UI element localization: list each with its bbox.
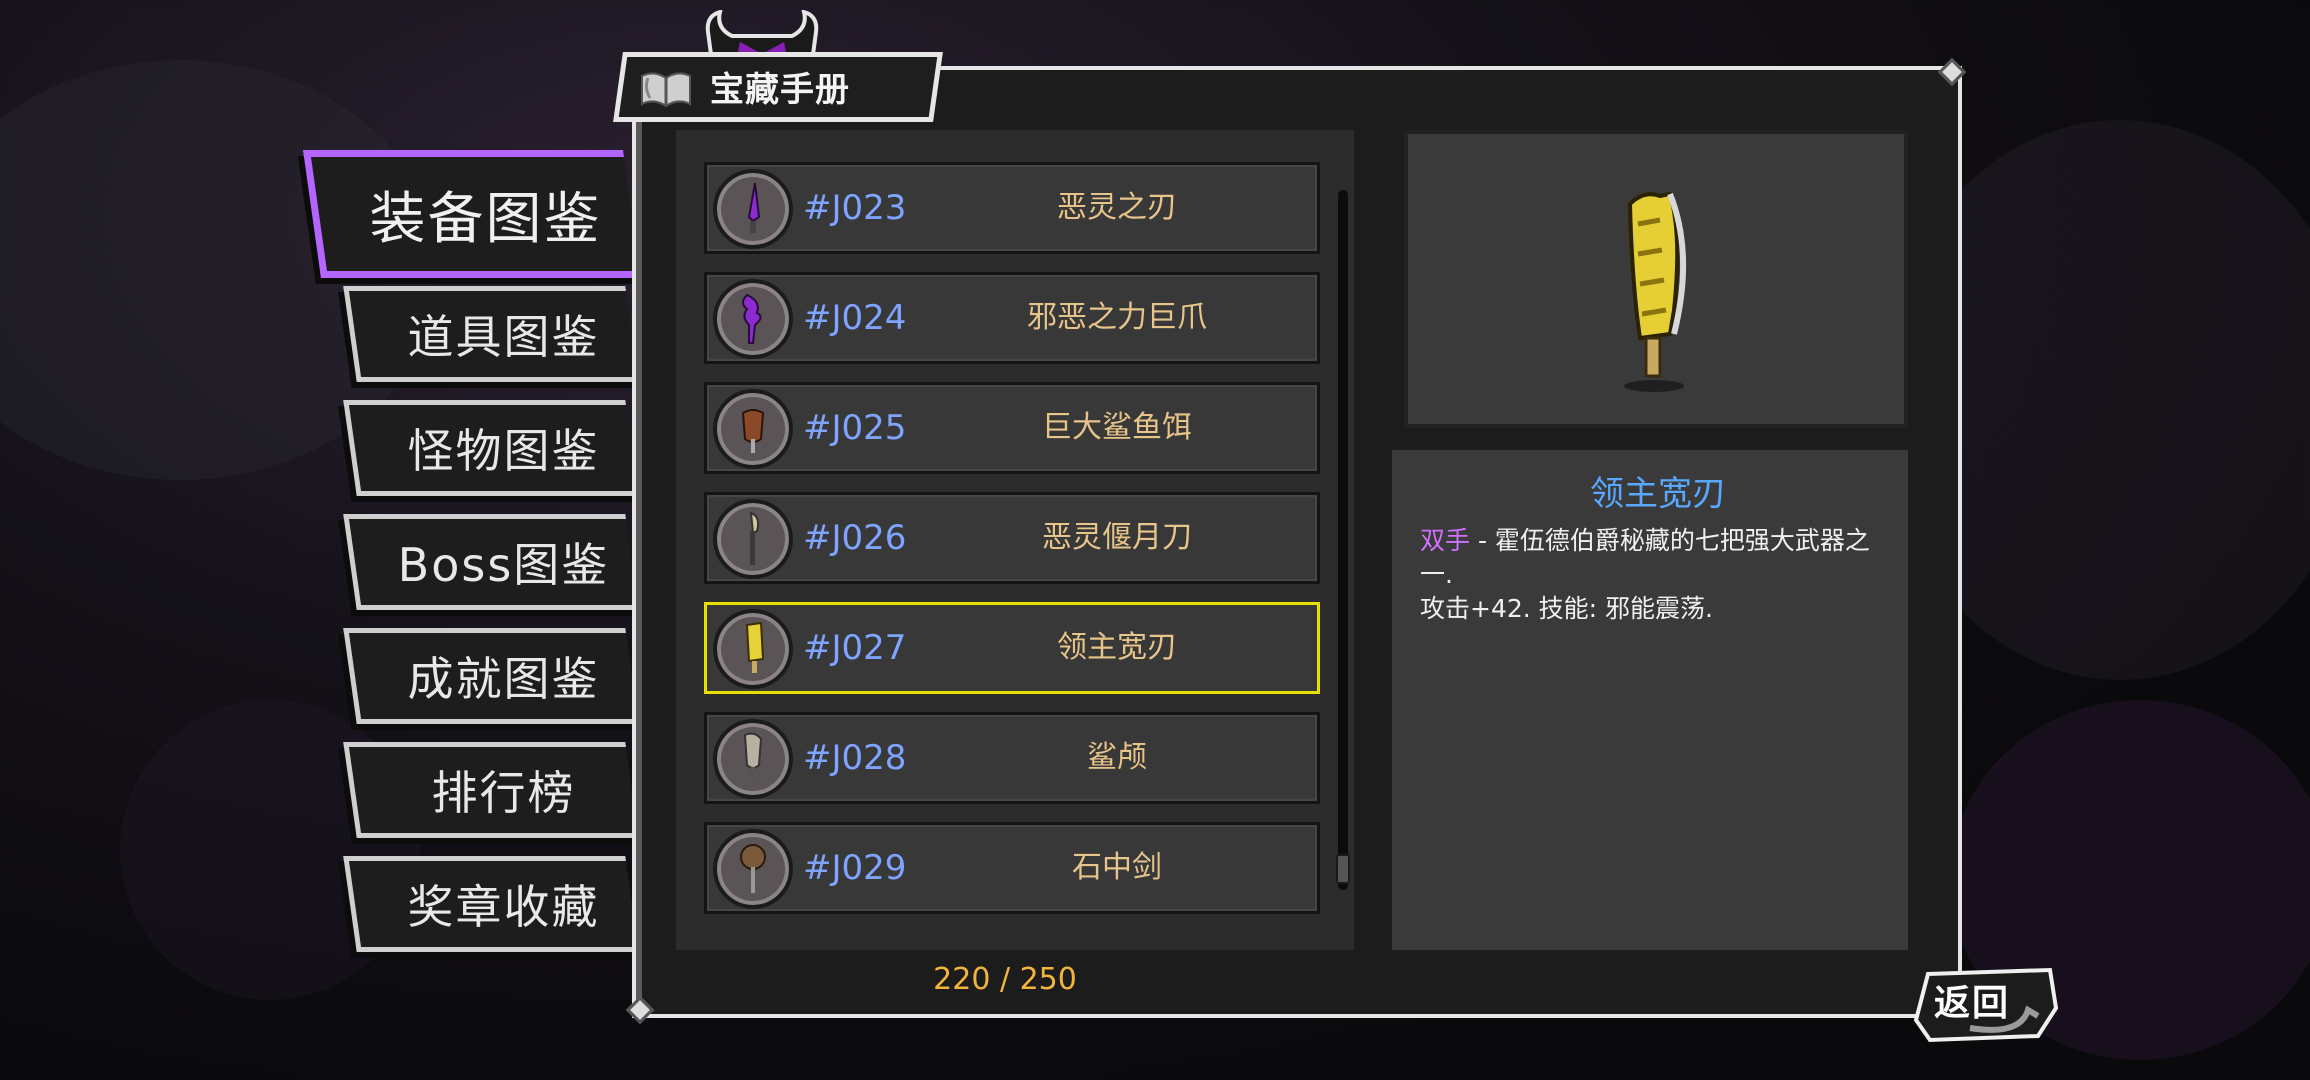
item-hand-type: 双手 [1420,526,1471,555]
item-name: 鲨颅 [1087,740,1147,775]
tab-items[interactable]: 道具图鉴 [343,286,639,382]
glaive-icon [749,511,760,565]
golden-cleaver-icon [745,621,765,673]
item-code: #J028 [803,738,907,778]
tab-label: 排行榜 [431,766,576,820]
item-stats: 攻击+42. 技能: 邪能震荡. [1420,594,1713,623]
item-name: 邪恶之力巨爪 [1027,300,1207,335]
tab-monsters[interactable]: 怪物图鉴 [343,400,639,496]
item-thumbnail [713,829,793,909]
list-item[interactable]: #J024 邪恶之力巨爪 [704,272,1320,364]
item-lore: - 霍伍德伯爵秘藏的七把强大武器之一. [1420,526,1870,589]
tab-medals[interactable]: 奖章收藏 [343,856,639,952]
item-thumbnail [713,169,793,249]
back-button-label: 返回 [1934,983,2011,1024]
tab-label: 怪物图鉴 [407,424,600,478]
sword-in-stone-icon [740,844,766,893]
item-code: #J023 [803,188,907,228]
item-code: #J025 [803,408,907,448]
tab-leaderboard[interactable]: 排行榜 [343,742,639,838]
tab-label: 道具图鉴 [407,310,600,364]
list-scrollbar[interactable] [1338,190,1348,890]
book-icon [641,72,691,108]
tab-label: 装备图鉴 [369,186,602,252]
list-item[interactable]: #J029 石中剑 [704,822,1320,914]
item-code: #J027 [803,628,907,668]
shark-skull-icon [743,732,763,783]
scrollbar-thumb[interactable] [1336,854,1350,884]
purple-claw-icon [742,293,762,344]
item-name: 石中剑 [1072,850,1162,885]
item-name: 领主宽刃 [1057,630,1177,665]
item-thumbnail [713,279,793,359]
item-name: 恶灵偃月刀 [1042,520,1192,555]
item-thumbnail [713,609,793,689]
list-item[interactable]: #J023 恶灵之刃 [704,162,1320,254]
golden-cleaver-icon [1624,191,1687,392]
tab-boss[interactable]: Boss图鉴 [343,514,639,610]
item-name: 巨大鲨鱼饵 [1042,410,1192,445]
item-thumbnail [713,389,793,469]
tab-label: 奖章收藏 [407,880,600,934]
item-name: 恶灵之刃 [1057,190,1177,225]
item-preview [1404,130,1908,428]
tab-label: Boss图鉴 [397,538,610,592]
tab-label: 成就图鉴 [407,652,600,706]
tab-achievements[interactable]: 成就图鉴 [343,628,639,724]
item-thumbnail [713,719,793,799]
item-code: #J029 [803,848,907,888]
item-thumbnail [713,499,793,579]
list-item[interactable]: #J028 鲨颅 [704,712,1320,804]
item-detail-name: 领主宽刃 [1590,474,1726,514]
tab-equipment[interactable]: 装备图鉴 [303,150,641,278]
purple-blade-icon [747,182,761,233]
list-item-selected[interactable]: #J027 领主宽刃 [704,602,1320,694]
item-description: 双手 - 霍伍德伯爵秘藏的七把强大武器之一. 攻击+42. 技能: 邪能震荡. [1420,524,1890,626]
shark-bait-icon [741,409,765,453]
panel-title: 宝藏手册 [710,70,850,110]
item-code: #J024 [803,298,907,338]
list-item[interactable]: #J025 巨大鲨鱼饵 [704,382,1320,474]
list-item[interactable]: #J026 恶灵偃月刀 [704,492,1320,584]
item-code: #J026 [803,518,907,558]
collection-counter: 220 / 250 [933,962,1077,997]
